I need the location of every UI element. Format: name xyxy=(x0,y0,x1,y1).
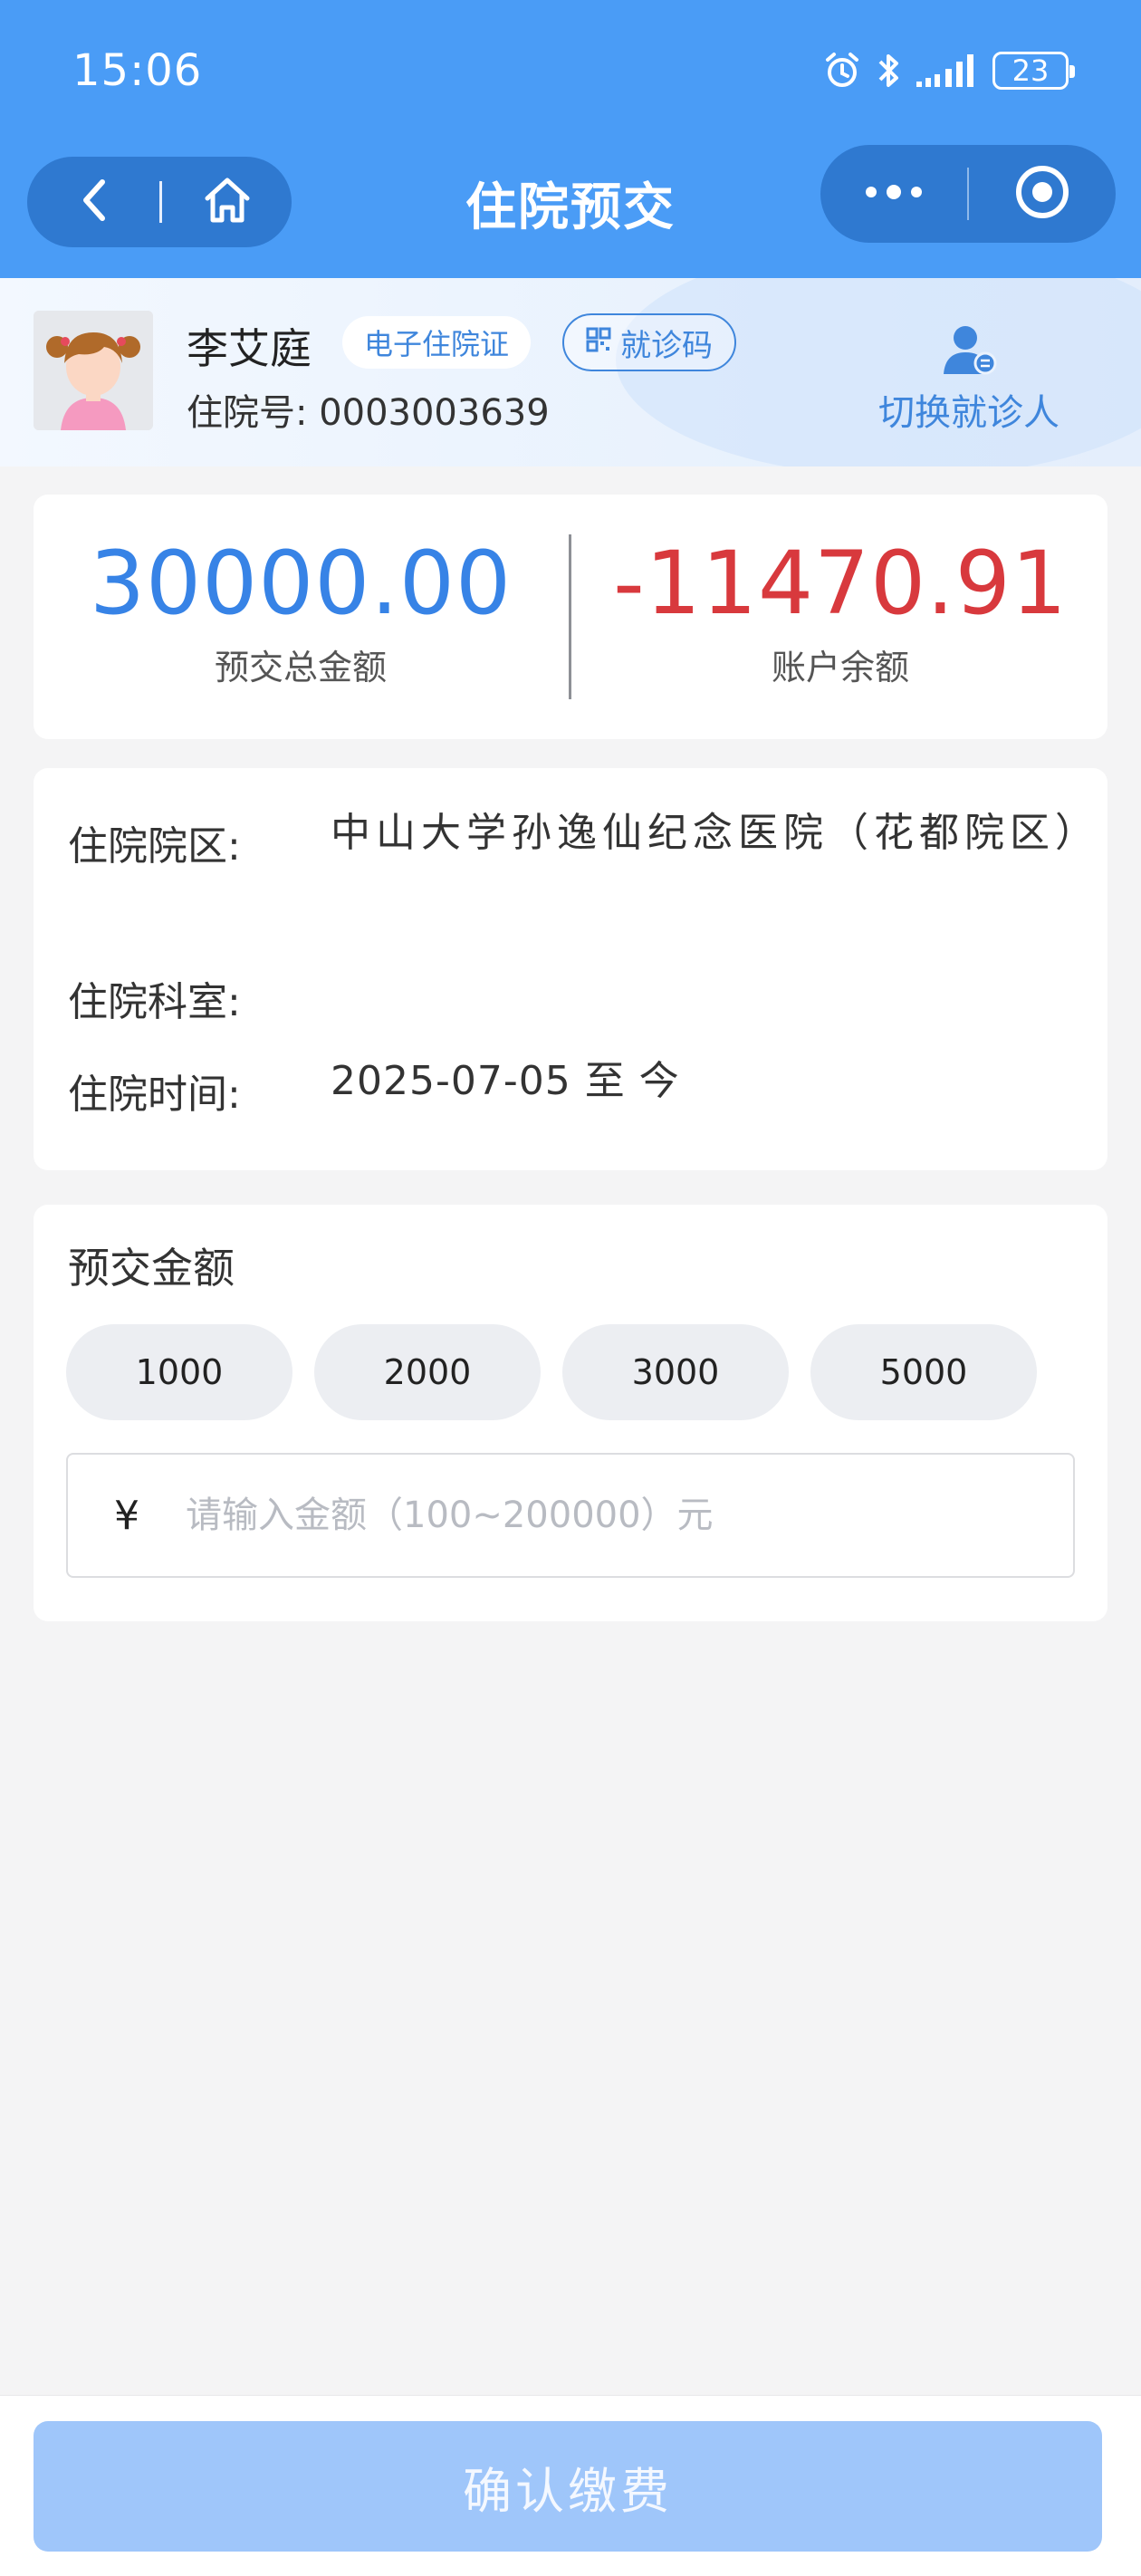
admission-time-label: 住院时间: xyxy=(68,1072,241,1118)
patient-header: 李艾庭 电子住院证 就诊码 住院号: 0003003639 切换就诊人 xyxy=(0,278,1141,466)
visit-code-label: 就诊码 xyxy=(620,327,713,364)
prepay-amount-card: 预交金额 1000 2000 3000 5000 ¥ xyxy=(34,1205,1107,1621)
more-button[interactable] xyxy=(820,145,967,243)
qrcode-icon xyxy=(586,324,611,360)
avatar xyxy=(34,311,153,430)
visit-code-button[interactable]: 就诊码 xyxy=(562,313,736,371)
amount-option-1000[interactable]: 1000 xyxy=(66,1324,292,1420)
account-balance-label: 账户余额 xyxy=(771,648,909,687)
status-icons: 23 xyxy=(822,47,1075,94)
department-label: 住院科室: xyxy=(68,979,241,1025)
prepay-amount-title: 预交金额 xyxy=(68,1244,235,1293)
bluetooth-icon xyxy=(875,51,902,91)
currency-symbol: ¥ xyxy=(114,1492,139,1539)
amount-input[interactable] xyxy=(186,1455,1073,1576)
confirm-payment-button[interactable]: 确认缴费 xyxy=(34,2421,1102,2552)
switch-patient-label: 切换就诊人 xyxy=(878,392,1060,434)
amount-option-2000[interactable]: 2000 xyxy=(314,1324,541,1420)
prepaid-total-amount: 30000.00 xyxy=(89,533,513,634)
campus-value: 中山大学孙逸仙纪念医院（花都院区） xyxy=(331,810,1100,856)
signal-icon xyxy=(915,51,980,91)
close-miniprogram-button[interactable] xyxy=(969,145,1116,243)
prepaid-total-label: 预交总金额 xyxy=(214,648,387,687)
patient-name: 李艾庭 xyxy=(187,324,312,373)
amount-input-box: ¥ xyxy=(66,1453,1075,1578)
switch-patient-button[interactable]: 切换就诊人 xyxy=(869,323,1069,436)
nav-capsule-right xyxy=(820,145,1116,243)
balance-summary-card: 30000.00 预交总金额 -11470.91 账户余额 xyxy=(34,495,1107,739)
battery-icon: 23 xyxy=(992,52,1075,90)
inpatient-number: 住院号: 0003003639 xyxy=(187,392,550,434)
admission-info-card: 住院院区: 中山大学孙逸仙纪念医院（花都院区） 住院科室: 住院时间: 2025… xyxy=(34,768,1107,1170)
electronic-admission-card-tag[interactable]: 电子住院证 xyxy=(342,316,532,369)
top-bar: 15:06 23 住院预交 xyxy=(0,0,1141,278)
campus-label: 住院院区: xyxy=(68,823,241,870)
amount-option-5000[interactable]: 5000 xyxy=(810,1324,1037,1420)
prepaid-total-block: 30000.00 预交总金额 xyxy=(34,495,568,739)
amount-options: 1000 2000 3000 5000 xyxy=(66,1324,1037,1420)
bottom-bar: 确认缴费 xyxy=(0,2395,1141,2576)
close-miniprogram-icon xyxy=(1013,163,1071,225)
switch-user-icon xyxy=(940,326,998,380)
admission-time-value: 2025-07-05 至 今 xyxy=(331,1058,680,1104)
amount-option-3000[interactable]: 3000 xyxy=(562,1324,789,1420)
summary-divider xyxy=(569,534,571,699)
more-icon xyxy=(862,183,925,205)
account-balance-block: -11470.91 账户余额 xyxy=(573,495,1107,739)
account-balance-amount: -11470.91 xyxy=(613,533,1068,634)
status-time: 15:06 xyxy=(72,45,203,96)
alarm-icon xyxy=(822,51,862,91)
